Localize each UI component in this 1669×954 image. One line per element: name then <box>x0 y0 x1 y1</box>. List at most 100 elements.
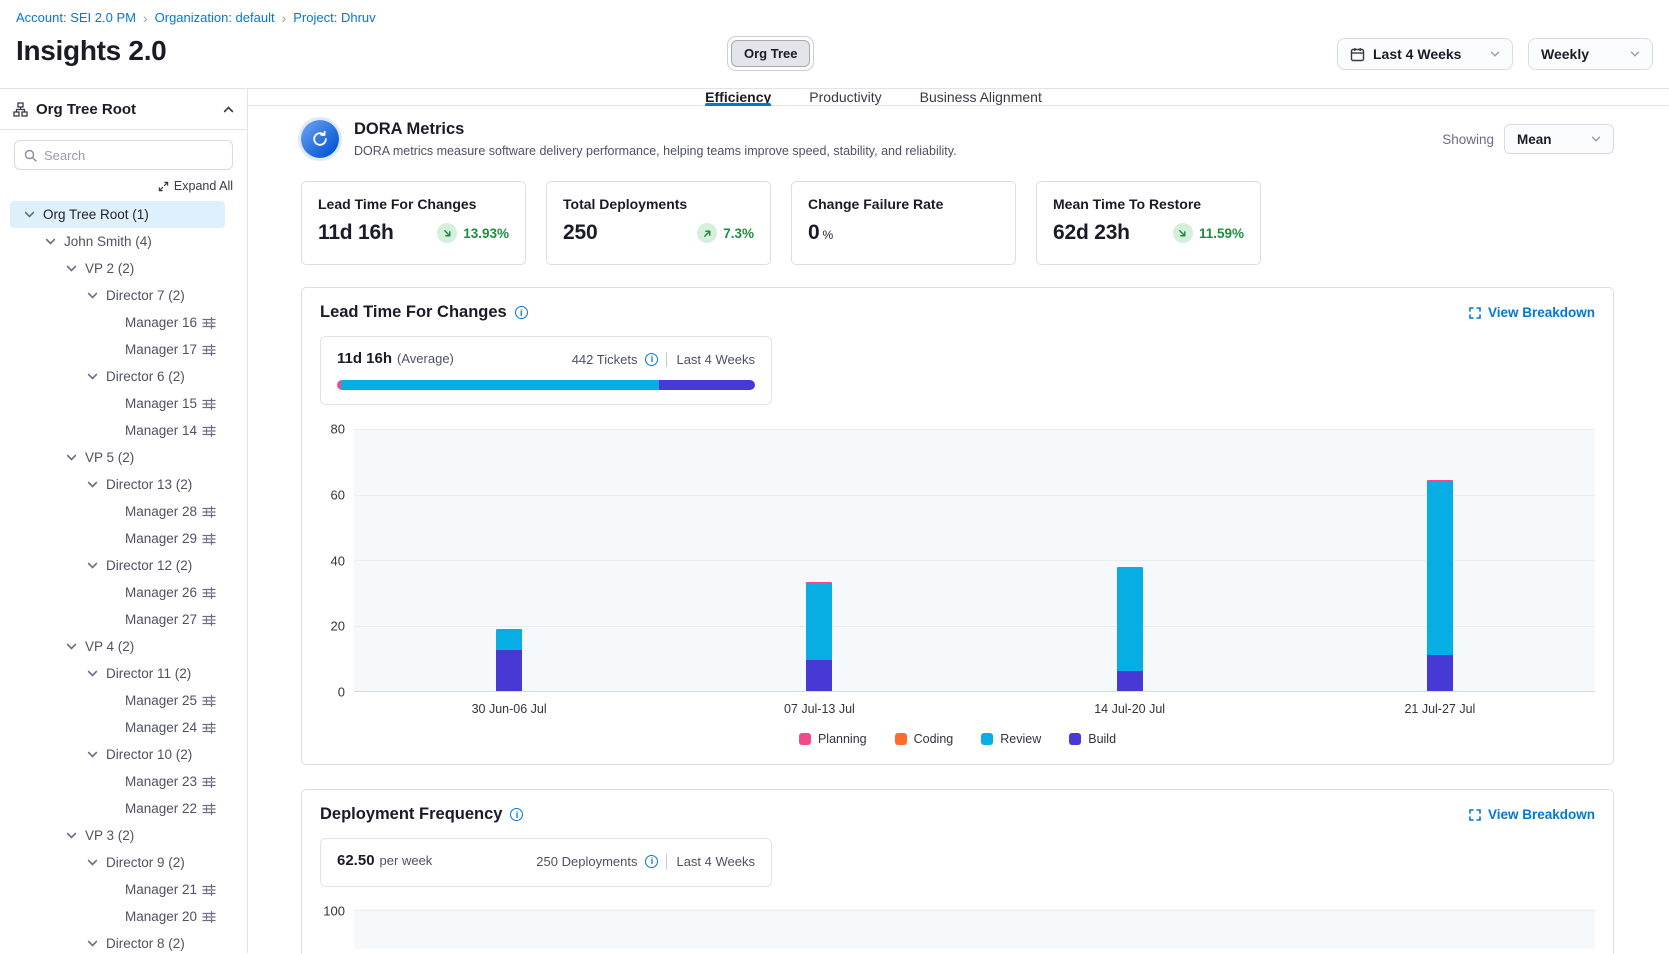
tree-item[interactable]: Director 11 (2) <box>10 660 225 687</box>
metric-card-value: 11d 16h <box>318 221 394 245</box>
tab-business-alignment[interactable]: Business Alignment <box>920 89 1042 105</box>
tree-item[interactable]: Manager 28 <box>10 498 225 525</box>
page-title: Insights 2.0 <box>16 35 166 67</box>
filter-sliders-icon[interactable] <box>202 721 216 735</box>
delta-percentage: 11.59% <box>1199 226 1244 241</box>
tree-item[interactable]: Manager 15 <box>10 390 225 417</box>
tree-item[interactable]: VP 3 (2) <box>10 822 225 849</box>
tree-item[interactable]: Director 9 (2) <box>10 849 225 876</box>
tree-item[interactable]: John Smith (4) <box>10 228 225 255</box>
date-range-select[interactable]: Last 4 Weeks <box>1337 38 1513 70</box>
lead-time-view-breakdown-link[interactable]: View Breakdown <box>1469 305 1595 320</box>
collapse-sidebar-icon[interactable] <box>223 104 234 115</box>
metric-card-value: 250 <box>563 221 597 245</box>
info-icon[interactable] <box>510 808 523 821</box>
chevron-down-icon[interactable] <box>87 371 106 382</box>
tree-item[interactable]: Manager 22 <box>10 795 225 822</box>
calendar-icon <box>1350 47 1365 62</box>
breadcrumb-link[interactable]: Project: Dhruv <box>293 10 375 25</box>
tree-item[interactable]: Director 8 (2) <box>10 930 225 954</box>
chevron-down-icon[interactable] <box>87 479 106 490</box>
filter-sliders-icon[interactable] <box>202 424 216 438</box>
expand-corners-icon <box>1469 307 1481 319</box>
tree-item[interactable]: Manager 29 <box>10 525 225 552</box>
tree-item[interactable]: VP 4 (2) <box>10 633 225 660</box>
tree-item-label: Director 10 (2) <box>106 747 192 762</box>
filter-sliders-icon[interactable] <box>202 802 216 816</box>
chevron-down-icon[interactable] <box>45 236 64 247</box>
search-input[interactable] <box>44 148 223 163</box>
filter-sliders-icon[interactable] <box>202 505 216 519</box>
breadcrumb-link[interactable]: Account: SEI 2.0 PM <box>16 10 136 25</box>
filter-sliders-icon[interactable] <box>202 694 216 708</box>
tree-item-label: VP 5 (2) <box>85 450 134 465</box>
tree-item[interactable]: Org Tree Root (1) <box>10 201 225 228</box>
tree-item[interactable]: Manager 25 <box>10 687 225 714</box>
tree-item[interactable]: Director 12 (2) <box>10 552 225 579</box>
chevron-down-icon[interactable] <box>87 857 106 868</box>
chevron-down-icon[interactable] <box>87 668 106 679</box>
lead-time-distribution-bar <box>337 380 755 390</box>
tree-item[interactable]: Manager 24 <box>10 714 225 741</box>
tree-item-label: Manager 28 <box>125 504 197 519</box>
gridline <box>354 429 1595 430</box>
tree-item[interactable]: Director 7 (2) <box>10 282 225 309</box>
tree-item[interactable]: Director 10 (2) <box>10 741 225 768</box>
deployment-view-breakdown-link[interactable]: View Breakdown <box>1469 807 1595 822</box>
tree-item[interactable]: Manager 27 <box>10 606 225 633</box>
filter-sliders-icon[interactable] <box>202 775 216 789</box>
filter-sliders-icon[interactable] <box>202 910 216 924</box>
info-icon[interactable] <box>645 855 658 868</box>
filter-sliders-icon[interactable] <box>202 883 216 897</box>
filter-sliders-icon[interactable] <box>202 532 216 546</box>
chevron-down-icon[interactable] <box>87 749 106 760</box>
expand-all-button[interactable]: Expand All <box>10 179 233 193</box>
filter-sliders-icon[interactable] <box>202 397 216 411</box>
body-row: Org Tree Root Expand All Org Tree Root (… <box>0 88 1669 953</box>
tree-item[interactable]: Manager 20 <box>10 903 225 930</box>
bar-segment-review <box>1427 481 1453 655</box>
info-icon[interactable] <box>515 306 528 319</box>
tree-item[interactable]: Manager 17 <box>10 336 225 363</box>
chevron-down-icon[interactable] <box>24 209 43 220</box>
filter-sliders-icon[interactable] <box>202 586 216 600</box>
info-icon[interactable] <box>645 353 658 366</box>
chevron-down-icon[interactable] <box>66 263 85 274</box>
chevron-down-icon[interactable] <box>66 452 85 463</box>
chevron-down-icon[interactable] <box>66 830 85 841</box>
tree-item[interactable]: Manager 14 <box>10 417 225 444</box>
tree-item-label: VP 3 (2) <box>85 828 134 843</box>
y-axis-tick: 80 <box>331 422 345 437</box>
filter-sliders-icon[interactable] <box>202 343 216 357</box>
filter-sliders-icon[interactable] <box>202 316 216 330</box>
chevron-down-icon[interactable] <box>87 560 106 571</box>
breadcrumb-link[interactable]: Organization: default <box>155 10 275 25</box>
tree-item[interactable]: VP 5 (2) <box>10 444 225 471</box>
tree-item[interactable]: Manager 23 <box>10 768 225 795</box>
tree-item[interactable]: Manager 16 <box>10 309 225 336</box>
tab-efficiency[interactable]: Efficiency <box>705 89 771 105</box>
tree-item[interactable]: Director 13 (2) <box>10 471 225 498</box>
chevron-down-icon[interactable] <box>87 290 106 301</box>
tree-item-label: VP 2 (2) <box>85 261 134 276</box>
view-breakdown-label: View Breakdown <box>1488 305 1595 320</box>
tree-item[interactable]: Manager 26 <box>10 579 225 606</box>
stacked-bar[interactable] <box>1427 429 1453 691</box>
tree-item-label: Director 12 (2) <box>106 558 192 573</box>
delta-percentage: 7.3% <box>723 226 754 241</box>
chevron-down-icon[interactable] <box>87 938 106 949</box>
tree-item[interactable]: VP 2 (2) <box>10 255 225 282</box>
showing-select[interactable]: Mean <box>1504 124 1614 154</box>
org-tree-toggle-button[interactable]: Org Tree <box>731 40 810 67</box>
tree-item[interactable]: Director 6 (2) <box>10 363 225 390</box>
stacked-bar[interactable] <box>806 429 832 691</box>
tab-productivity[interactable]: Productivity <box>809 89 881 105</box>
tree-item[interactable]: Manager 21 <box>10 876 225 903</box>
stacked-bar[interactable] <box>496 429 522 691</box>
stacked-bar[interactable] <box>1117 429 1143 691</box>
legend-label: Build <box>1088 732 1116 746</box>
chevron-down-icon[interactable] <box>66 641 85 652</box>
y-axis-tick: 100 <box>323 904 345 919</box>
filter-sliders-icon[interactable] <box>202 613 216 627</box>
granularity-select[interactable]: Weekly <box>1528 38 1653 70</box>
